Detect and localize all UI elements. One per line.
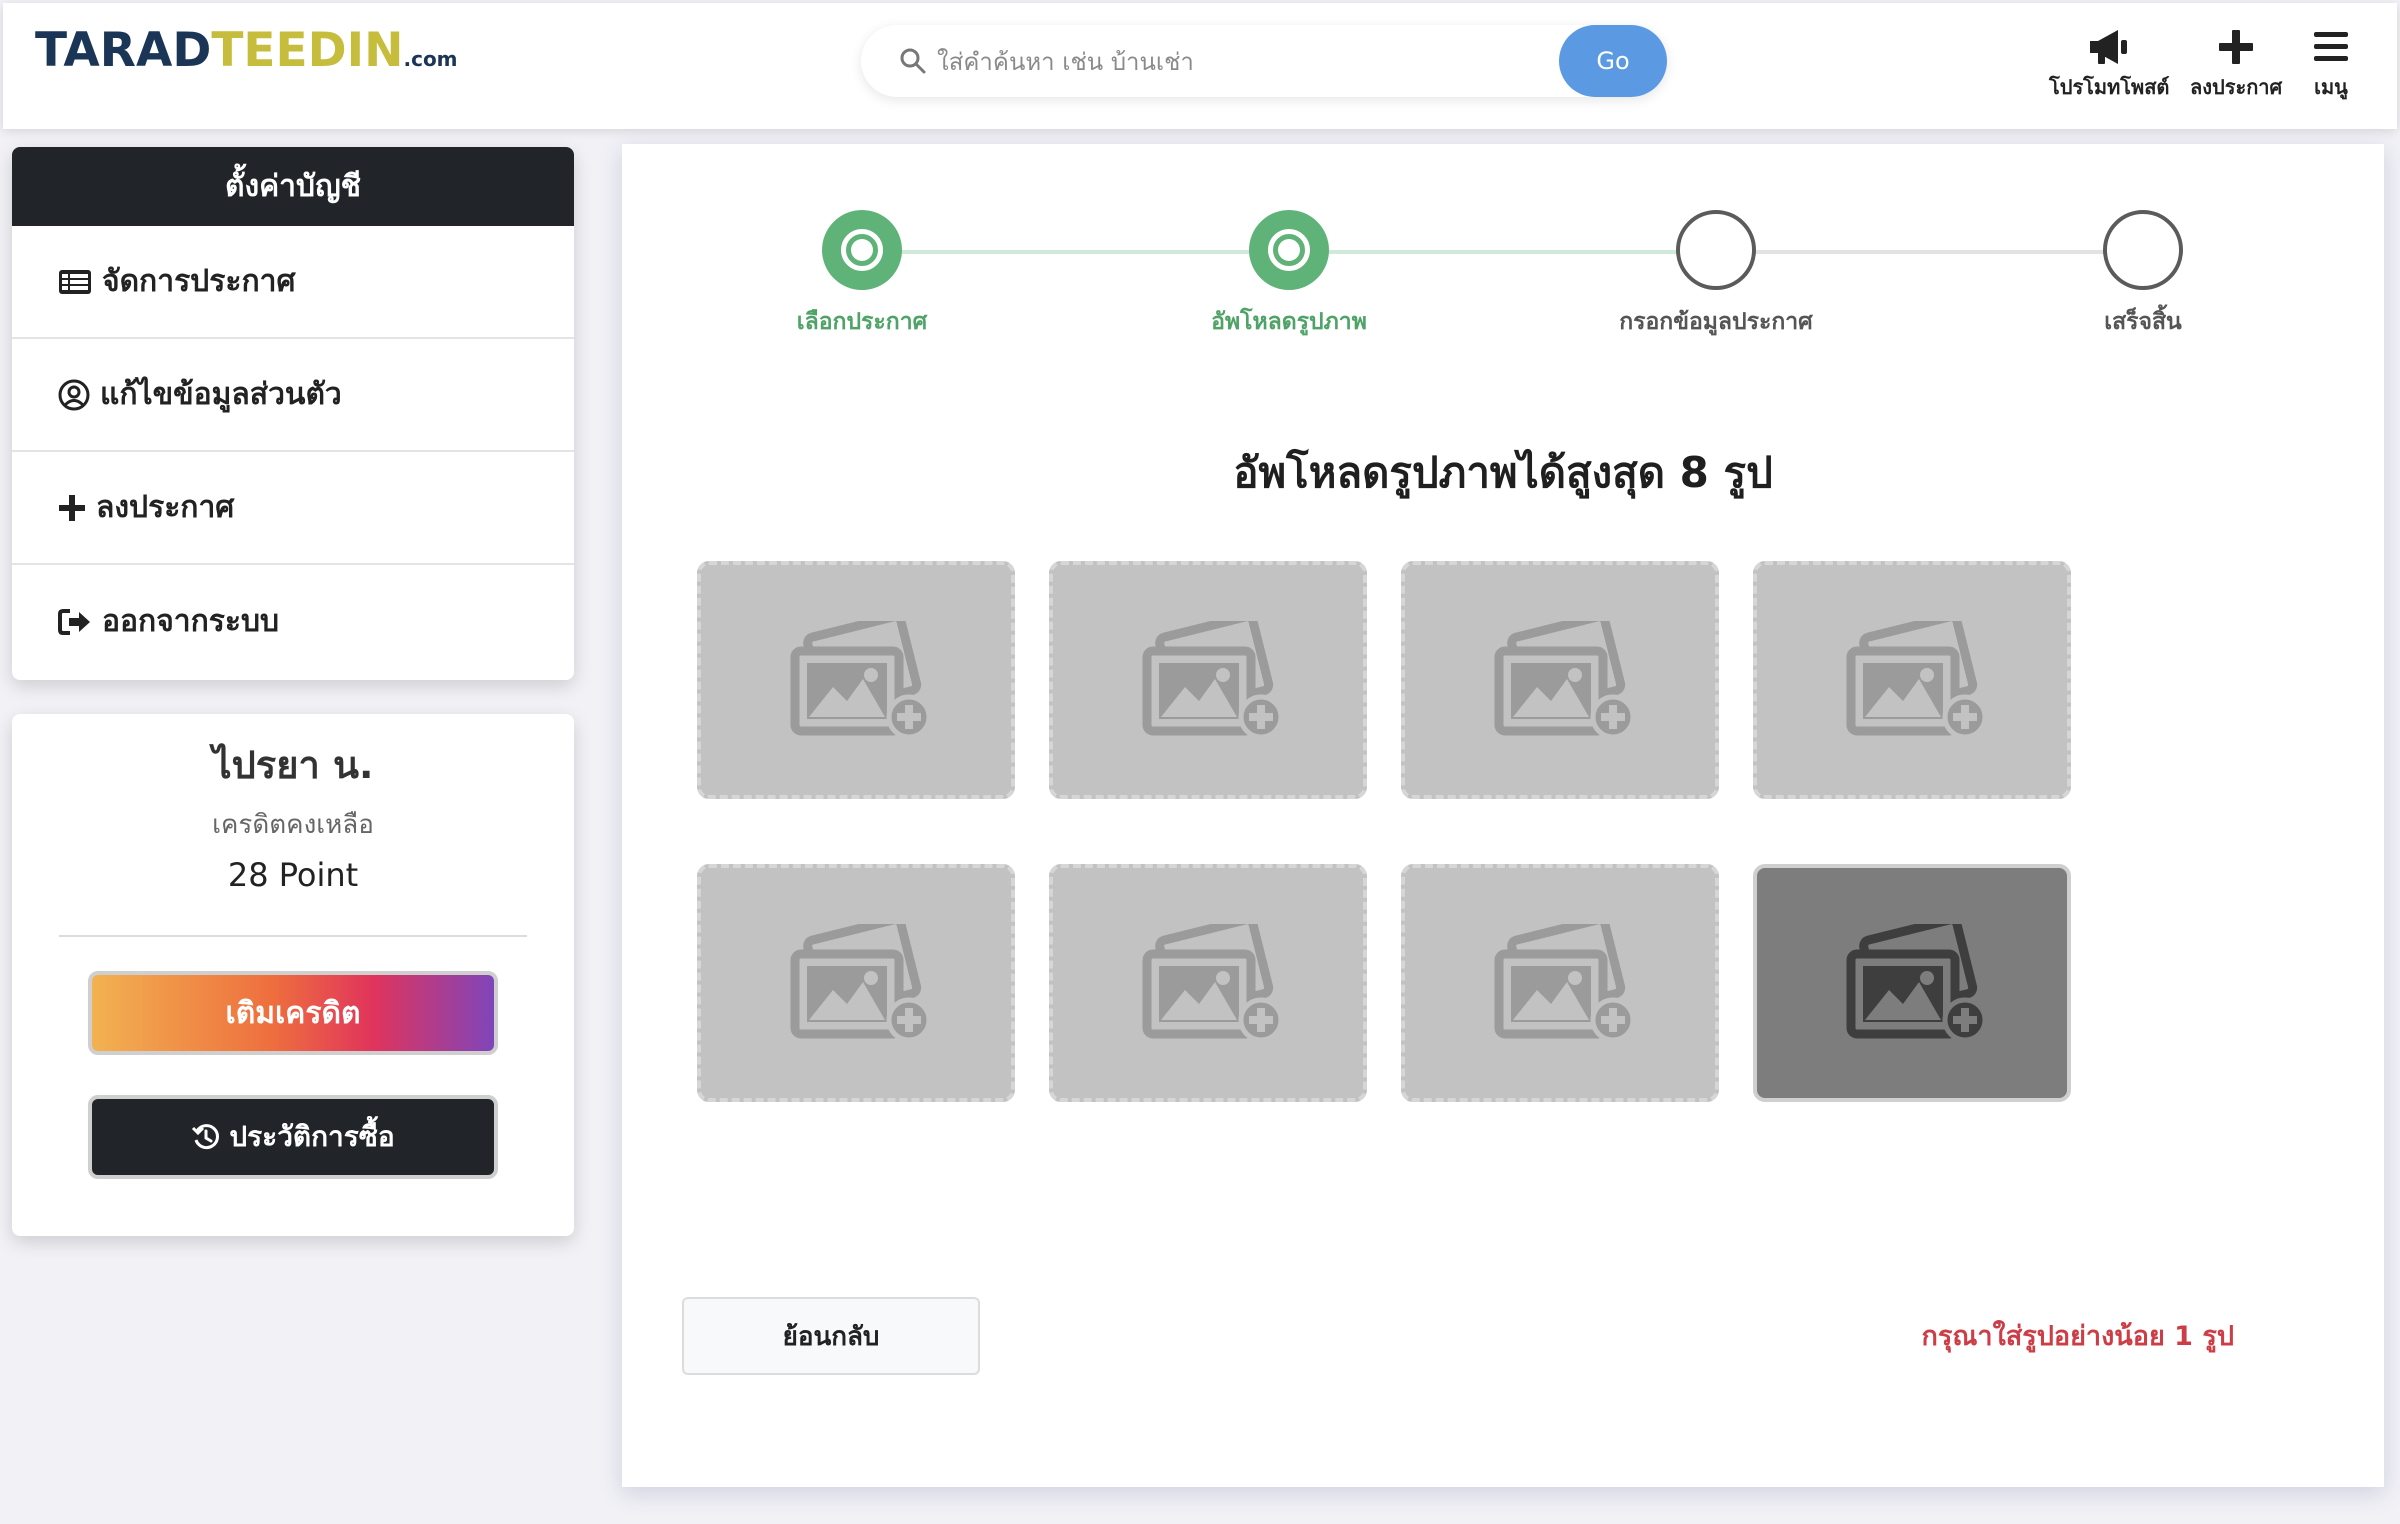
upload-title: อัพโหลดรูปภาพได้สูงสุด 8 รูป [1233,448,1773,497]
sidebar-item-manage-ads[interactable]: จัดการประกาศ [12,226,574,339]
search-input[interactable] [935,37,1559,87]
step-fill-details: กรอกข้อมูลประกาศ [1566,210,1866,340]
step-upload-images: อัพโหลดรูปภาพ [1139,210,1439,340]
nav-menu[interactable]: เมนู [2311,27,2351,103]
validation-error-message: กรุณาใส่รูปอย่างน้อย 1 รูป [1921,1321,2234,1352]
logo-text-teedin: TEEDIN [211,23,404,78]
logo-text-dotcom: .com [403,47,458,71]
image-upload-slot-1[interactable] [697,561,1015,799]
sidebar-item-logout[interactable]: ออกจากระบบ [12,565,574,678]
nav-menu-label: เมนู [2314,75,2348,99]
logo-text-tarad: TARAD [35,23,212,78]
hamburger-menu-icon [2314,32,2348,61]
account-settings-card: ตั้งค่าบัญชี จัดการประกาศ แก้ไขข้อมูลส่ว… [12,147,574,680]
add-image-icon [790,924,931,1042]
sidebar-item-edit-profile[interactable]: แก้ไขข้อมูลส่วนตัว [12,339,574,452]
add-image-icon [1494,621,1635,739]
topup-credit-label: เติมเครดิต [225,995,361,1031]
step-select-ad: เลือกประกาศ [712,210,1012,340]
step-finish: เสร็จสิ้น [1993,210,2293,340]
add-image-icon [1846,924,1987,1042]
sidebar-item-label: แก้ไขข้อมูลส่วนตัว [100,377,342,412]
image-upload-slot-8[interactable] [1753,864,2071,1102]
nav-post-ad[interactable]: ลงประกาศ [2190,27,2282,103]
top-header: TARADTEEDIN.com Go โปรโมทโพสต์ ลงประกาศ … [3,3,2397,129]
nav-post-ad-label: ลงประกาศ [2190,75,2283,99]
megaphone-icon [2090,30,2128,64]
sidebar-item-post-ad[interactable]: ลงประกาศ [12,452,574,565]
step-label: กรอกข้อมูลประกาศ [1619,309,1813,335]
profile-divider [59,935,527,937]
image-upload-slot-7[interactable] [1401,864,1719,1102]
profile-name: ไปรยา น. [212,743,374,787]
image-upload-slot-4[interactable] [1753,561,2071,799]
site-logo[interactable]: TARADTEEDIN.com [35,21,458,81]
plus-icon [59,494,85,521]
purchase-history-label: ประวัติการซื้อ [229,1120,395,1153]
sidebar-item-label: จัดการประกาศ [102,264,296,299]
history-icon [192,1124,220,1150]
search-icon [900,48,926,74]
image-upload-slot-6[interactable] [1049,864,1367,1102]
step-check-icon [822,210,902,290]
add-image-icon [790,621,931,739]
step-check-icon [1249,210,1329,290]
plus-icon [2219,30,2254,64]
step-empty-circle-icon [2103,210,2183,290]
purchase-history-button[interactable]: ประวัติการซื้อ [88,1095,498,1179]
user-circle-icon [58,379,90,410]
search-go-button[interactable]: Go [1559,25,1667,97]
sidebar-item-label: ออกจากระบบ [102,604,280,639]
image-upload-slot-2[interactable] [1049,561,1367,799]
add-image-icon [1142,924,1283,1042]
topup-credit-button[interactable]: เติมเครดิต [88,971,498,1055]
sidebar-item-label: ลงประกาศ [96,490,235,525]
search-bar: Go [861,25,1667,97]
credit-value: 28 Point [227,856,359,894]
step-label: อัพโหลดรูปภาพ [1211,309,1367,335]
add-image-icon [1846,621,1987,739]
add-image-icon [1494,924,1635,1042]
image-upload-slot-5[interactable] [697,864,1015,1102]
list-table-icon [59,269,91,294]
upload-panel: เลือกประกาศ อัพโหลดรูปภาพ กรอกข้อมูลประก… [622,144,2384,1487]
back-button[interactable]: ย้อนกลับ [682,1297,980,1375]
nav-promote-post[interactable]: โปรโมทโพสต์ [2049,27,2169,103]
step-label: เลือกประกาศ [796,309,928,335]
image-upload-slot-3[interactable] [1401,561,1719,799]
nav-promote-label: โปรโมทโพสต์ [2049,75,2170,99]
profile-card: ไปรยา น. เครดิตคงเหลือ 28 Point เติมเครด… [12,714,574,1236]
add-image-icon [1142,621,1283,739]
sign-out-icon [58,608,90,635]
account-settings-title: ตั้งค่าบัญชี [12,147,574,226]
step-label: เสร็จสิ้น [2104,309,2182,335]
step-empty-circle-icon [1676,210,1756,290]
credit-label: เครดิตคงเหลือ [212,810,374,840]
